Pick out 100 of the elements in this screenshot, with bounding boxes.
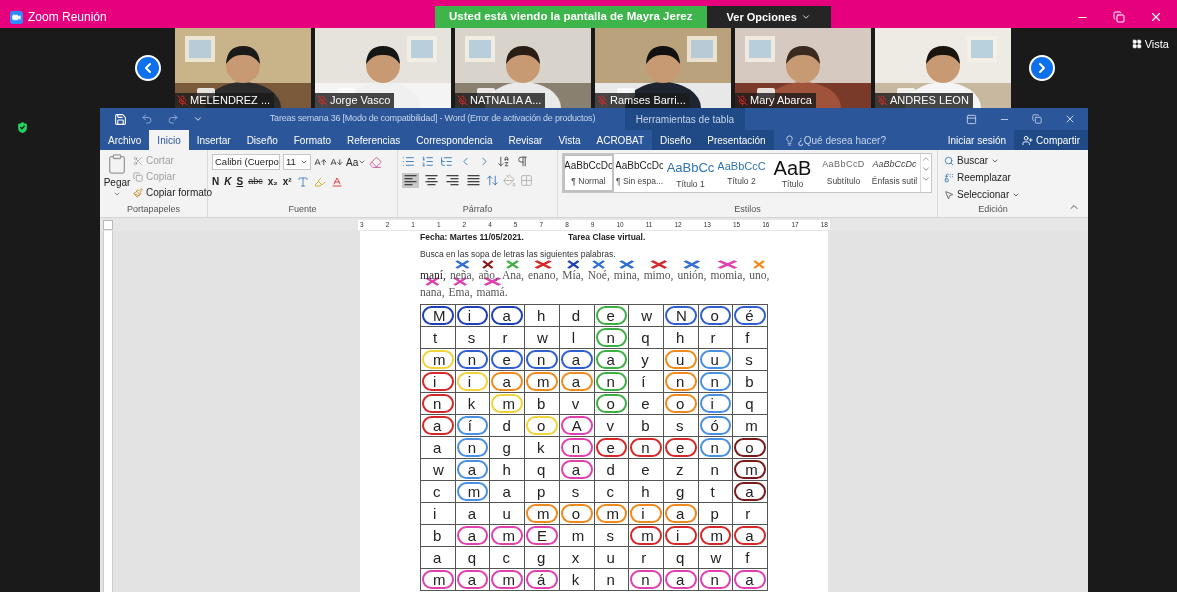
find-button[interactable]: Buscar <box>944 153 1042 168</box>
restore-icon[interactable] <box>1032 114 1042 124</box>
redo-icon[interactable] <box>167 113 179 125</box>
table-cell: e <box>629 459 664 482</box>
caret-icon <box>300 158 308 166</box>
undo-icon[interactable] <box>141 113 153 125</box>
style-item[interactable]: AaBbCcC Título 2 <box>716 154 767 192</box>
word-list-item: momia, <box>710 269 746 282</box>
next-page-button[interactable] <box>1029 55 1055 81</box>
style-item[interactable]: AaBbCc Título 1 <box>665 154 716 192</box>
previous-page-button[interactable] <box>135 55 161 81</box>
ribbon-tab[interactable]: Presentación <box>699 130 774 150</box>
table-cell: s <box>559 481 595 504</box>
ribbon-tab[interactable]: ACROBAT <box>588 130 653 150</box>
more-styles-icon[interactable] <box>921 174 931 184</box>
ribbon-tab[interactable]: Diseño <box>238 130 286 150</box>
format-painter-button[interactable]: Copiar formato <box>133 185 213 200</box>
ribbon-tab[interactable]: Vista <box>550 130 589 150</box>
scroll-down-icon[interactable] <box>921 164 931 174</box>
table-cell: q <box>629 327 664 350</box>
table-cell: m <box>490 393 526 416</box>
borders-icon[interactable] <box>520 174 533 187</box>
save-icon[interactable] <box>114 112 127 126</box>
table-cell: a <box>421 437 456 460</box>
table-cell: é <box>733 305 768 328</box>
superscript-button[interactable]: x² <box>282 174 292 189</box>
ribbon-tab[interactable]: Referencias <box>339 130 409 150</box>
text-effects-icon[interactable] <box>296 175 309 188</box>
alignment-button[interactable] <box>423 173 440 188</box>
multilevel-list-icon[interactable] <box>440 155 453 168</box>
font-color-icon[interactable] <box>330 175 343 188</box>
table-cell: i <box>421 371 456 394</box>
style-item[interactable]: AaB Título <box>767 154 818 192</box>
table-cell: p <box>525 481 560 504</box>
table-cell: a <box>733 525 768 548</box>
table-cell: f <box>733 547 768 570</box>
ribbon-tab[interactable]: Diseño <box>652 130 700 150</box>
customize-toolbar-icon[interactable] <box>193 114 203 124</box>
subscript-button[interactable]: x₂ <box>267 174 278 189</box>
highlighter-icon[interactable] <box>313 175 326 188</box>
word-list-item: neña, <box>449 269 475 282</box>
participant-name: Jorge Vasco <box>315 93 395 108</box>
ribbon-tab[interactable]: Archivo <box>100 130 150 150</box>
table-cell: a <box>559 459 595 482</box>
ribbon-tab[interactable]: Inicio <box>149 130 189 150</box>
table-cell: í <box>629 371 664 394</box>
strikethrough-button[interactable]: abc <box>248 174 263 189</box>
scroll-up-icon[interactable] <box>921 154 931 164</box>
eraser-icon[interactable] <box>369 155 383 169</box>
sign-in-link[interactable]: Iniciar sesión <box>939 130 1015 150</box>
ribbon-tab[interactable]: Formato <box>285 130 339 150</box>
bold-button[interactable]: N <box>212 174 220 189</box>
replace-button[interactable]: Reemplazar <box>944 170 1042 185</box>
select-button[interactable]: Seleccionar <box>944 187 1042 202</box>
task-title: Tarea Clase virtual. <box>567 233 646 242</box>
alignment-button[interactable] <box>465 173 482 188</box>
alignment-button[interactable] <box>444 173 461 188</box>
table-cell: b <box>733 371 768 394</box>
participant-name: NATNALIA A... <box>455 93 546 108</box>
numbering-icon[interactable] <box>421 155 434 168</box>
style-item[interactable]: AaBbCcDc ¶ Sin espa... <box>614 154 665 192</box>
ribbon-tab[interactable]: Revisar <box>500 130 551 150</box>
font-size-dropdown[interactable]: 11 <box>283 154 311 170</box>
italic-button[interactable]: K <box>224 174 232 189</box>
table-cell: s <box>663 415 699 438</box>
ribbon-options-icon[interactable] <box>966 113 977 125</box>
ribbon-tab[interactable]: Correspondencia <box>408 130 501 150</box>
share-button[interactable]: Compartir <box>1014 130 1088 150</box>
ribbon-tab[interactable]: Insertar <box>188 130 239 150</box>
line-spacing-icon[interactable] <box>486 174 499 187</box>
user-plus-icon <box>1022 134 1034 146</box>
table-cell: n <box>455 349 491 372</box>
style-item[interactable]: AaBbCcDc ¶ Normal <box>563 154 614 192</box>
change-case-button[interactable]: Aa <box>346 154 367 170</box>
view-button[interactable]: Vista <box>1131 36 1169 53</box>
table-cell: c <box>421 481 456 504</box>
word-list-item: Noé, <box>587 269 610 282</box>
shading-icon[interactable] <box>503 174 516 187</box>
tell-me-field[interactable]: ¿Qué desea hacer? <box>783 130 886 150</box>
style-item[interactable]: AaBbCcDc Énfasis sutil <box>869 154 920 192</box>
underline-button[interactable]: S <box>236 174 244 189</box>
close-icon[interactable] <box>1149 10 1163 24</box>
sort-icon[interactable] <box>497 155 510 168</box>
table-cell: a <box>455 459 491 482</box>
view-options-button[interactable]: Ver Opciones <box>706 6 831 28</box>
bullets-icon[interactable] <box>402 155 415 168</box>
shield-icon <box>15 120 30 135</box>
document-title: Tareas semana 36 [Modo de compatibilidad] - Word (Error de activación de productos) <box>268 112 597 126</box>
date-text: Fecha: Martes 11/05/2021. <box>420 233 524 242</box>
style-item[interactable]: AaBbCcD Subtítulo <box>818 154 869 192</box>
close-icon[interactable] <box>1064 113 1076 125</box>
table-cell: m <box>421 349 456 372</box>
restore-icon[interactable] <box>1113 11 1125 23</box>
tab-stop-selector[interactable] <box>103 219 113 230</box>
font-name-dropdown[interactable]: Calibri (Cuerpo <box>212 154 280 170</box>
paste-button[interactable]: Pegar <box>104 153 130 205</box>
table-cell: t <box>698 481 734 504</box>
participant-name: MELENDREZ ... <box>175 93 275 108</box>
alignment-button[interactable] <box>402 173 419 188</box>
pilcrow-icon[interactable] <box>516 155 529 168</box>
